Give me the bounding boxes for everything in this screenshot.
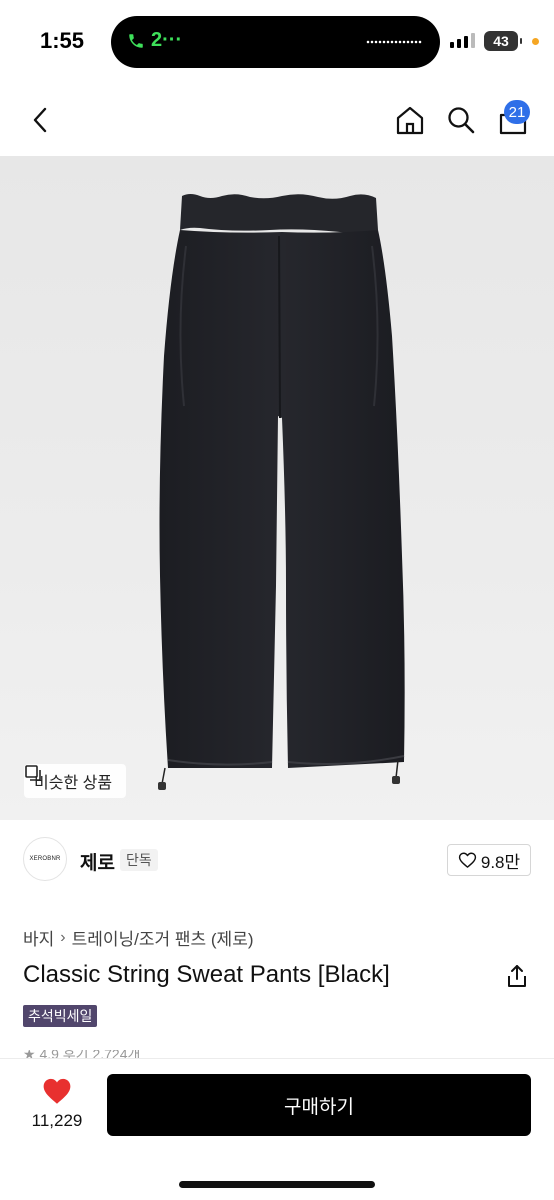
cellular-signal-icon: [450, 33, 475, 48]
brand-row: XEROBNR 제로 단독 9.8만: [0, 820, 554, 900]
call-duration: 2···: [151, 29, 183, 51]
nav-bar: [0, 84, 554, 156]
back-icon[interactable]: [24, 102, 56, 138]
cart-count-badge: 21: [504, 100, 530, 124]
brand-name[interactable]: 제로: [80, 848, 115, 875]
home-icon[interactable]: [390, 100, 430, 140]
exclusive-tag: 단독: [120, 849, 158, 871]
brand-like-button[interactable]: 9.8만: [447, 844, 531, 876]
home-indicator[interactable]: [179, 1181, 375, 1188]
breadcrumb: 바지 › 트레이닝/조거 팬츠 (제로): [23, 925, 254, 950]
breadcrumb-category[interactable]: 바지: [23, 925, 54, 950]
battery-level: 43: [493, 33, 509, 49]
heart-outline-icon: [458, 852, 476, 868]
privacy-indicator: [532, 38, 539, 45]
similar-products-button[interactable]: 비슷한 상품: [24, 764, 127, 798]
sweat-pants-image: [158, 194, 405, 790]
product-title: Classic String Sweat Pants [Black]: [23, 961, 390, 988]
similar-products-label: 비슷한 상품: [34, 775, 113, 792]
sale-badge: 추석빅세일: [23, 1005, 98, 1027]
buy-button[interactable]: 구매하기: [107, 1074, 531, 1136]
dynamic-island[interactable]: 2···: [111, 16, 440, 68]
chevron-right-icon: ›: [60, 928, 66, 946]
brand-like-count: 9.8만: [480, 852, 521, 872]
battery-icon: 43: [484, 31, 522, 51]
wishlist-button[interactable]: 11,229: [30, 1075, 84, 1145]
phone-icon: [129, 33, 143, 48]
brand-logo[interactable]: XEROBNR: [23, 837, 67, 881]
bottom-action-bar: 11,229 구매하기: [0, 1058, 554, 1200]
heart-filled-icon: [43, 1078, 71, 1104]
status-time: 1:55: [40, 28, 85, 53]
status-bar: 1:55 2··· 43: [0, 0, 554, 84]
breadcrumb-subcategory[interactable]: 트레이닝/조거 팬츠 (제로): [72, 925, 254, 950]
waveform-icon: [366, 40, 422, 44]
stack-copy-icon: [25, 765, 41, 781]
search-icon[interactable]: [442, 100, 480, 140]
call-indicator[interactable]: 2···: [127, 29, 182, 52]
product-image[interactable]: 비슷한 상품: [0, 156, 554, 820]
share-icon[interactable]: [504, 962, 530, 990]
wishlist-count: 11,229: [31, 1111, 83, 1130]
